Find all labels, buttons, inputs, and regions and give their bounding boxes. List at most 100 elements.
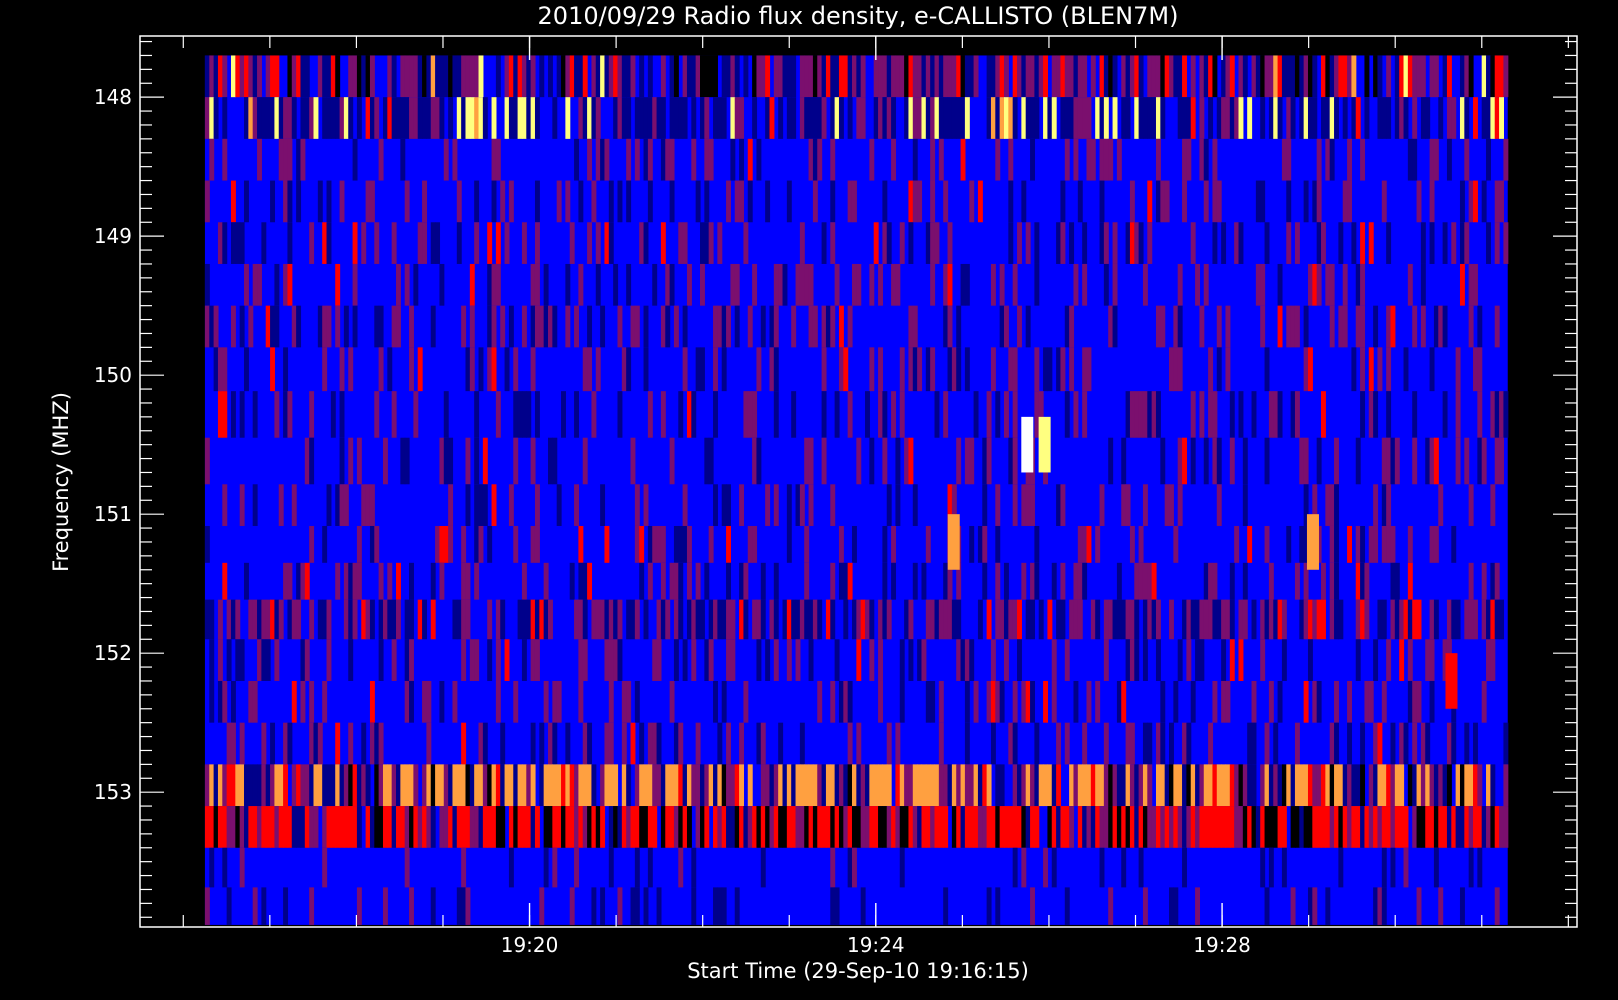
heatmap-cell xyxy=(257,639,262,681)
heatmap-cell xyxy=(1021,764,1027,807)
heatmap-cell xyxy=(799,764,805,807)
heatmap-cell xyxy=(1381,97,1387,139)
heatmap-cell xyxy=(786,525,792,563)
heatmap-cell xyxy=(782,263,788,306)
heatmap-cell xyxy=(995,806,1001,848)
heatmap-cell xyxy=(552,437,558,485)
heatmap-cell xyxy=(908,97,914,139)
heatmap-cell xyxy=(1177,97,1183,139)
heatmap-cell xyxy=(795,484,801,526)
heatmap-cell xyxy=(257,599,262,640)
heatmap-cell xyxy=(643,599,649,640)
heatmap-cell xyxy=(491,305,497,348)
heatmap-cell xyxy=(352,55,358,98)
heatmap-cell xyxy=(339,806,345,848)
heatmap-cell xyxy=(882,599,888,640)
heatmap-cell xyxy=(1377,97,1383,139)
heatmap-cell xyxy=(786,180,792,223)
heatmap-cell xyxy=(726,305,731,348)
heatmap-cell xyxy=(830,138,836,181)
heatmap-cell xyxy=(204,180,210,223)
heatmap-cell xyxy=(504,222,510,264)
heatmap-cell xyxy=(1394,437,1400,485)
heatmap-cell xyxy=(1003,639,1009,681)
heatmap-cell xyxy=(1394,764,1400,807)
heatmap-cell xyxy=(1121,55,1127,98)
heatmap-cell xyxy=(673,639,679,681)
heatmap-cell xyxy=(1182,138,1187,181)
heatmap-cell xyxy=(613,97,619,139)
heatmap-cell xyxy=(934,806,940,848)
heatmap-cell xyxy=(478,525,484,563)
heatmap-cell xyxy=(799,806,805,848)
heatmap-cell xyxy=(1160,680,1166,723)
heatmap-cell xyxy=(1377,887,1383,925)
heatmap-cell xyxy=(1307,599,1313,640)
heatmap-cell xyxy=(869,437,875,485)
heatmap-cell xyxy=(830,847,836,888)
heatmap-cell xyxy=(1060,599,1066,640)
heatmap-cell xyxy=(1364,97,1370,139)
heatmap-cell xyxy=(1294,562,1300,600)
heatmap-cell xyxy=(1051,680,1057,723)
heatmap-cell xyxy=(908,437,914,485)
heatmap-cell xyxy=(686,263,692,306)
heatmap-cell xyxy=(1277,55,1283,98)
heatmap-cell xyxy=(1169,764,1174,807)
heatmap-cell xyxy=(521,97,527,139)
heatmap-cell xyxy=(309,599,315,640)
heatmap-cell xyxy=(387,55,393,98)
heatmap-cell xyxy=(1225,347,1231,392)
heatmap-cell xyxy=(634,305,640,348)
heatmap-cell xyxy=(1494,97,1500,139)
heatmap-cell xyxy=(1355,305,1361,348)
heatmap-cell xyxy=(1403,97,1409,139)
heatmap-cell xyxy=(534,97,540,139)
heatmap-cell xyxy=(1229,599,1235,640)
heatmap-cell xyxy=(652,764,658,807)
heatmap-cell xyxy=(404,263,410,306)
heatmap-cell xyxy=(465,764,471,807)
heatmap-cell xyxy=(1334,806,1339,848)
heatmap-cell xyxy=(244,806,249,848)
heatmap-cell xyxy=(252,391,258,438)
heatmap-cell xyxy=(487,599,493,640)
heatmap-cell xyxy=(1203,138,1209,181)
heatmap-cell xyxy=(960,97,966,139)
heatmap-cell xyxy=(309,222,315,264)
heatmap-cell xyxy=(995,680,1001,723)
heatmap-cell xyxy=(439,806,445,848)
heatmap-cell xyxy=(613,764,619,807)
heatmap-cell xyxy=(739,138,745,181)
heatmap-cell xyxy=(1381,437,1387,485)
heatmap-cell xyxy=(322,97,328,139)
heatmap-cell xyxy=(1003,55,1009,98)
heatmap-cell xyxy=(1086,97,1092,139)
heatmap-cell xyxy=(1477,347,1483,392)
heatmap-cell xyxy=(296,562,302,600)
heatmap-cell xyxy=(474,639,480,681)
heatmap-cell xyxy=(1490,391,1496,438)
heatmap-cell xyxy=(643,887,649,925)
heatmap-cell xyxy=(1177,347,1183,392)
heatmap-cell xyxy=(291,484,297,526)
heatmap-cell xyxy=(513,347,519,392)
heatmap-cell xyxy=(1012,722,1018,765)
heatmap-cell xyxy=(1420,263,1426,306)
heatmap-cell xyxy=(821,305,827,348)
heatmap-cell xyxy=(1129,180,1135,223)
heatmap-cell xyxy=(491,263,497,306)
heatmap-cell xyxy=(1047,97,1053,139)
y-axis-label: Frequency (MHZ) xyxy=(49,392,73,572)
heatmap-cell xyxy=(882,55,888,98)
heatmap-cell xyxy=(943,562,949,600)
heatmap-cell xyxy=(448,437,454,485)
heatmap-cell xyxy=(1399,722,1405,765)
heatmap-cell xyxy=(630,305,636,348)
heatmap-cell xyxy=(617,97,623,139)
heatmap-cell xyxy=(878,347,883,392)
heatmap-cell xyxy=(1195,806,1201,848)
heatmap-cell xyxy=(669,562,675,600)
heatmap-cell xyxy=(369,806,375,848)
heatmap-cell xyxy=(1095,97,1101,139)
